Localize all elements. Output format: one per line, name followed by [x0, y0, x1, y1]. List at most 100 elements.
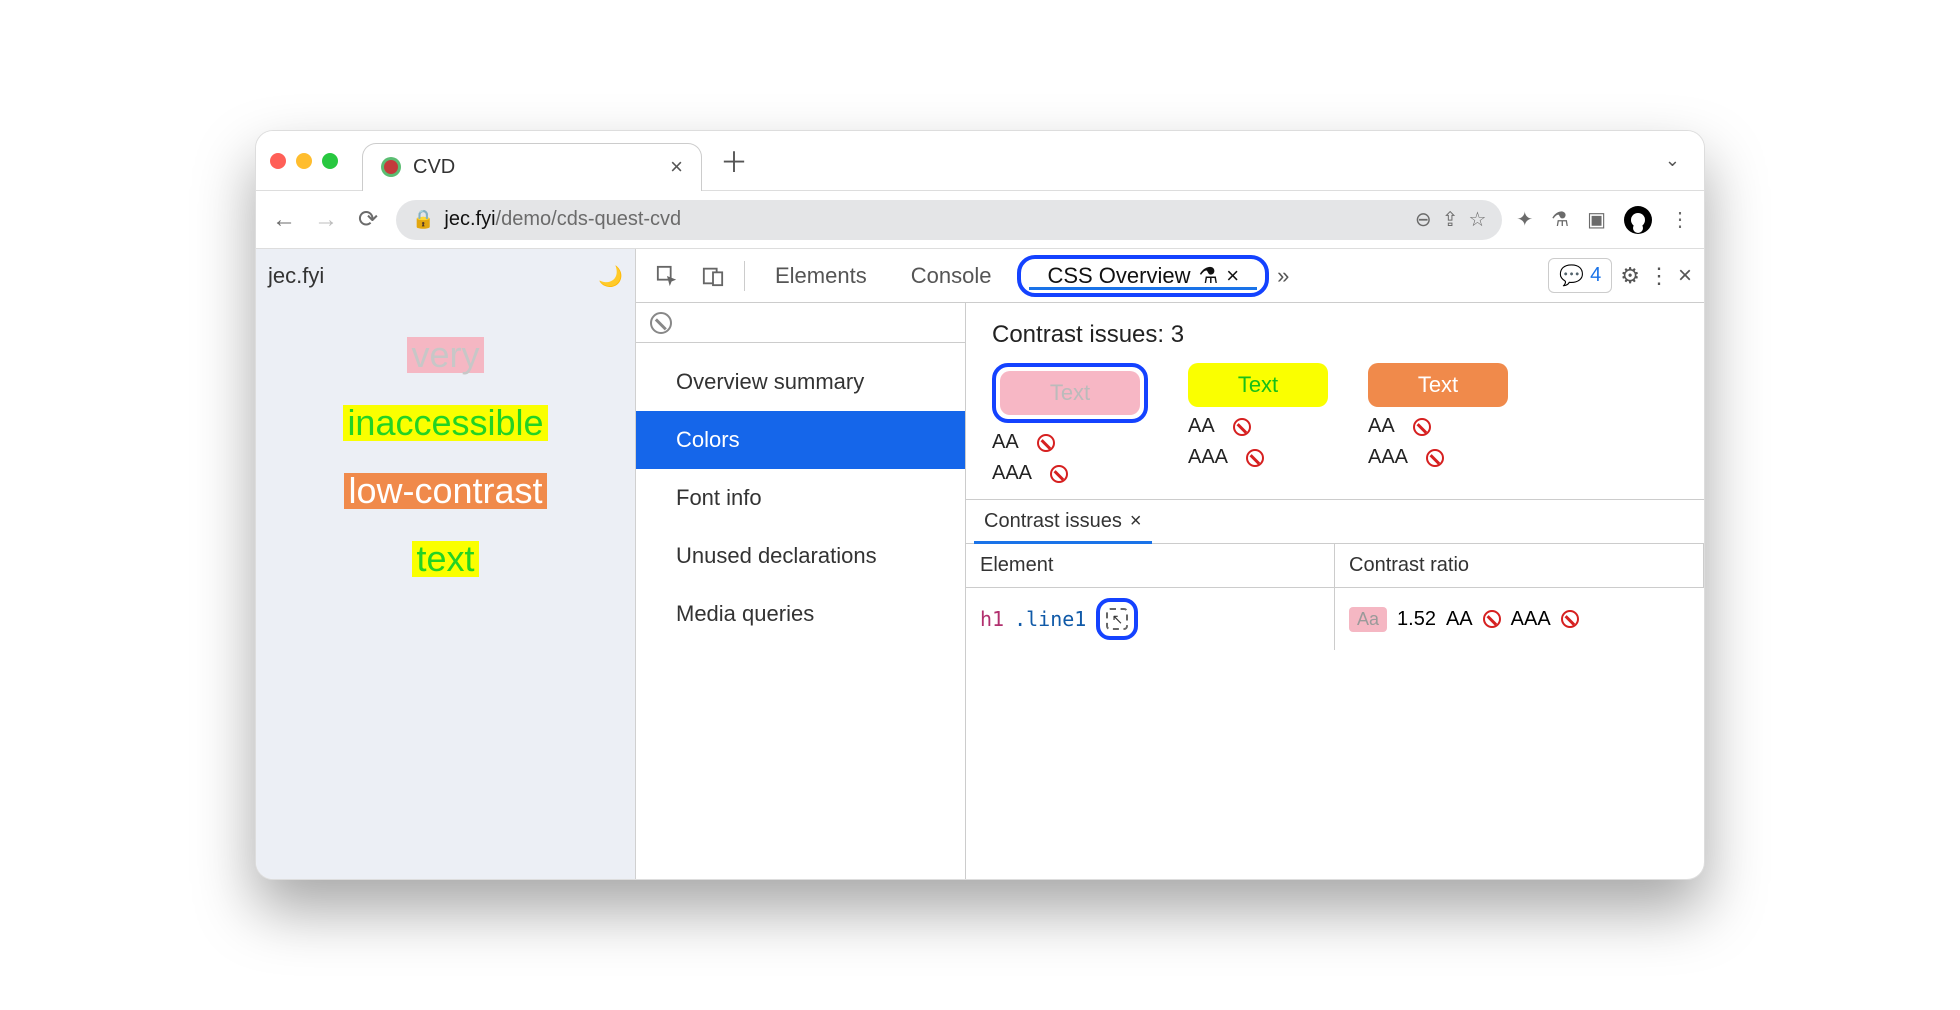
rating-aaa: AAA — [1368, 446, 1508, 469]
rendered-page: jec.fyi 🌙 very inaccessible low-contrast… — [256, 249, 636, 879]
contrast-chip: Aa — [1349, 607, 1387, 632]
bookmark-icon[interactable]: ☆ — [1468, 207, 1486, 232]
ratio-value: 1.52 — [1397, 608, 1436, 631]
sidepanel-icon[interactable]: ▣ — [1587, 207, 1606, 232]
minimize-window-icon[interactable] — [296, 153, 312, 169]
lock-icon[interactable]: 🔒 — [412, 209, 434, 230]
toolbar-right: ✦ ⚗ ▣ ⋮ — [1516, 206, 1690, 234]
nav-colors[interactable]: Colors — [636, 411, 965, 469]
contrast-swatches: Text AA AAA Text AA AAA Tex — [992, 363, 1678, 485]
contrast-section: Contrast issues: 3 Text AA AAA Text — [966, 303, 1704, 500]
url-toolbar: ← → ⟳ 🔒 jec.fyi/demo/cds-quest-cvd ⊖ ⇪ ☆… — [256, 191, 1704, 249]
settings-icon[interactable]: ⚙ — [1620, 263, 1640, 289]
close-drawer-tab-icon[interactable]: × — [1130, 510, 1142, 533]
devtools-panel: Elements Console CSS Overview ⚗ × » 💬 4 … — [636, 249, 1704, 879]
fail-icon — [1426, 449, 1444, 467]
site-name: jec.fyi — [268, 263, 324, 289]
browser-menu-icon[interactable]: ⋮ — [1670, 207, 1690, 232]
devtools-menu-icon[interactable]: ⋮ — [1648, 263, 1670, 289]
fail-icon — [1483, 610, 1501, 628]
reload-button[interactable]: ⟳ — [354, 205, 382, 234]
reveal-in-elements-icon[interactable] — [1106, 608, 1128, 630]
demo-text: very inaccessible low-contrast text — [268, 337, 623, 577]
highlight-ring: CSS Overview ⚗ × — [1017, 255, 1269, 297]
drawer-tab-contrast[interactable]: Contrast issues × — [974, 500, 1152, 543]
devtools-tabbar: Elements Console CSS Overview ⚗ × » 💬 4 … — [636, 249, 1704, 303]
contrast-swatch-2[interactable]: Text — [1188, 363, 1328, 407]
devtools-body: Overview summary Colors Font info Unused… — [636, 303, 1704, 879]
url-bar[interactable]: 🔒 jec.fyi/demo/cds-quest-cvd ⊖ ⇪ ☆ — [396, 200, 1502, 240]
forward-button[interactable]: → — [312, 206, 340, 234]
back-button[interactable]: ← — [270, 206, 298, 234]
demo-word-4: text — [412, 541, 478, 577]
extensions-icon[interactable]: ✦ — [1516, 207, 1533, 232]
nav-list: Overview summary Colors Font info Unused… — [636, 343, 965, 653]
browser-tab[interactable]: CVD × — [362, 143, 702, 191]
contrast-title: Contrast issues: 3 — [992, 321, 1678, 349]
tab-console[interactable]: Console — [893, 249, 1010, 302]
close-window-icon[interactable] — [270, 153, 286, 169]
fail-icon — [1050, 465, 1068, 483]
nav-font-info[interactable]: Font info — [636, 469, 965, 527]
tab-title: CVD — [413, 156, 455, 179]
contrast-table: Element Contrast ratio h1.line1 Aa 1.52 — [966, 544, 1704, 650]
profile-avatar-icon[interactable] — [1624, 206, 1652, 234]
clear-icon[interactable] — [650, 312, 672, 334]
issues-badge[interactable]: 💬 4 — [1548, 258, 1612, 293]
swatch-col-1: Text AA AAA — [992, 363, 1148, 485]
rating-aa: AA — [992, 431, 1148, 454]
close-devtools-icon[interactable]: × — [1678, 262, 1692, 290]
demo-word-1: very — [407, 337, 483, 373]
device-toolbar-icon[interactable] — [694, 265, 732, 287]
close-tab-icon[interactable]: × — [670, 154, 683, 180]
tabs-menu-icon[interactable]: ⌄ — [1665, 150, 1680, 171]
close-panel-icon[interactable]: × — [1226, 263, 1239, 289]
rating-aaa: AAA — [1188, 446, 1328, 469]
url-path: /demo/cds-quest-cvd — [496, 208, 682, 230]
nav-media-queries[interactable]: Media queries — [636, 585, 965, 643]
aa-label: AA — [1446, 608, 1473, 631]
share-icon[interactable]: ⇪ — [1442, 207, 1459, 232]
more-tabs-icon[interactable]: » — [1277, 263, 1289, 289]
new-tab-button[interactable]: ＋ — [720, 141, 748, 181]
fail-icon — [1413, 418, 1431, 436]
chat-icon: 💬 — [1559, 263, 1584, 288]
labs-icon[interactable]: ⚗ — [1551, 207, 1569, 232]
fail-icon — [1037, 434, 1055, 452]
drawer: Contrast issues × Element Contrast ratio… — [966, 500, 1704, 879]
inspect-element-icon[interactable] — [648, 265, 686, 287]
cell-ratio: Aa 1.52 AA AAA — [1335, 588, 1704, 650]
maximize-window-icon[interactable] — [322, 153, 338, 169]
drawer-tab-label: Contrast issues — [984, 510, 1122, 533]
overview-nav: Overview summary Colors Font info Unused… — [636, 303, 966, 879]
cell-element[interactable]: h1.line1 — [966, 588, 1335, 650]
content-body: jec.fyi 🌙 very inaccessible low-contrast… — [256, 249, 1704, 879]
aaa-label: AAA — [1511, 608, 1551, 631]
rating-aaa: AAA — [992, 462, 1148, 485]
rating-aa: AA — [1368, 415, 1508, 438]
url-domain: jec.fyi — [444, 208, 495, 230]
col-element: Element — [966, 544, 1335, 588]
highlight-ring — [1096, 598, 1138, 640]
favicon-icon — [381, 157, 401, 177]
nav-overview-summary[interactable]: Overview summary — [636, 353, 965, 411]
drawer-tabbar: Contrast issues × — [966, 500, 1704, 544]
fail-icon — [1246, 449, 1264, 467]
nav-unused-declarations[interactable]: Unused declarations — [636, 527, 965, 585]
swatch-col-3: Text AA AAA — [1368, 363, 1508, 485]
overview-main: Contrast issues: 3 Text AA AAA Text — [966, 303, 1704, 879]
tab-css-overview[interactable]: CSS Overview ⚗ × — [1029, 263, 1257, 289]
theme-toggle-icon[interactable]: 🌙 — [598, 264, 623, 289]
tab-label: CSS Overview — [1047, 263, 1190, 289]
demo-word-2: inaccessible — [343, 405, 547, 441]
element-class: .line1 — [1014, 607, 1086, 631]
col-contrast-ratio: Contrast ratio — [1335, 544, 1704, 588]
zoom-icon[interactable]: ⊖ — [1415, 207, 1432, 232]
clear-row — [636, 303, 965, 343]
demo-word-3: low-contrast — [344, 473, 546, 509]
highlight-ring: Text — [992, 363, 1148, 423]
tab-elements[interactable]: Elements — [757, 249, 885, 302]
contrast-swatch-1[interactable]: Text — [1000, 371, 1140, 415]
contrast-swatch-3[interactable]: Text — [1368, 363, 1508, 407]
flask-icon: ⚗ — [1198, 263, 1218, 289]
